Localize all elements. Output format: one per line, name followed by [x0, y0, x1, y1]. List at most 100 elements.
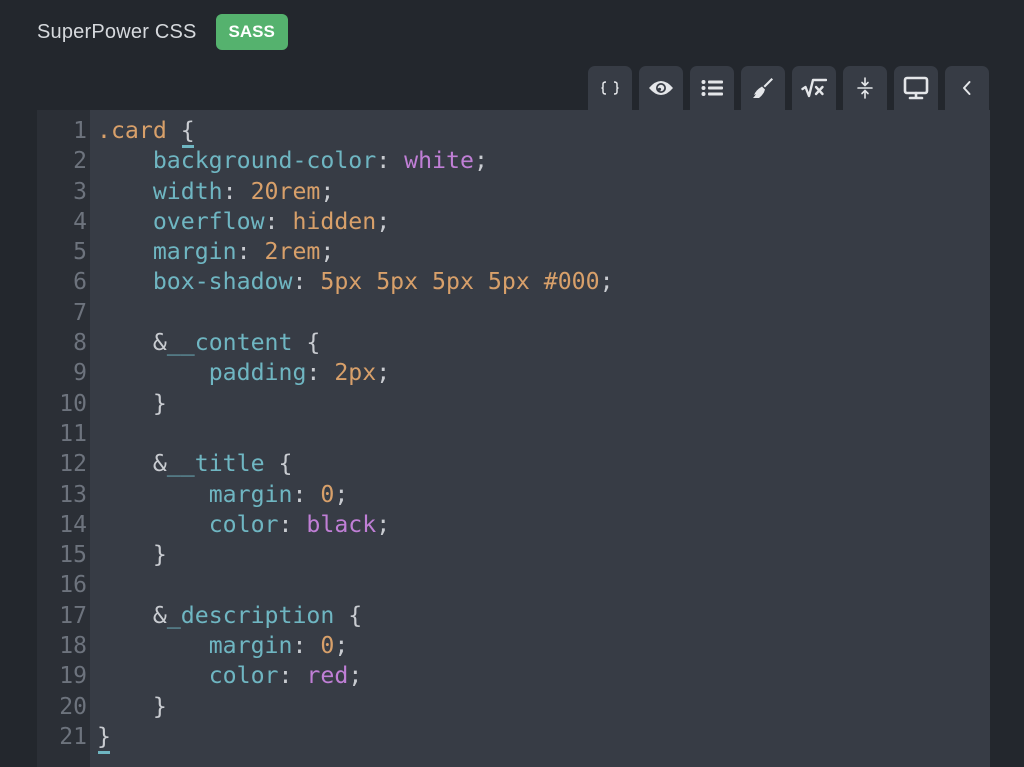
code-area[interactable]: .card { background-color: white; width: … [90, 110, 990, 767]
line-number: 16 [59, 572, 87, 599]
code-token: & [152, 601, 167, 629]
code-token: red [306, 662, 349, 690]
line-number: 8 [73, 330, 87, 357]
code-token: ; [334, 480, 349, 508]
code-token: white [404, 147, 474, 175]
code-token: margin [208, 480, 293, 508]
code-token: { [334, 601, 363, 629]
format-button[interactable] [588, 66, 632, 110]
code-token: : [236, 238, 265, 266]
line-number: 9 [73, 360, 87, 387]
line-number: 17 [59, 602, 87, 629]
list-icon [701, 79, 723, 97]
code-line: margin: 0; [97, 631, 990, 661]
code-token: { [292, 329, 321, 357]
braces-icon [600, 80, 620, 96]
preview-button[interactable] [639, 66, 683, 110]
code-token: } [97, 541, 167, 569]
code-line: margin: 0; [97, 480, 990, 510]
code-line: } [97, 389, 990, 419]
line-number: 11 [59, 420, 87, 447]
broom-icon [751, 76, 775, 100]
code-token: ; [320, 238, 335, 266]
line-number: 2 [73, 148, 87, 175]
line-number: 19 [59, 663, 87, 690]
collapse-button[interactable] [843, 66, 887, 110]
eye-icon [648, 79, 674, 97]
code-line: } [97, 722, 990, 752]
line-number: 1 [73, 118, 87, 144]
code-token: .card [97, 117, 181, 144]
code-token: 2px [334, 359, 377, 387]
line-number: 4 [73, 208, 87, 235]
clean-button[interactable] [741, 66, 785, 110]
code-token: width [152, 177, 223, 205]
code-token: __title [166, 450, 265, 478]
code-token: & [152, 329, 167, 357]
collapse-panel-button[interactable] [945, 66, 989, 110]
line-number: 20 [59, 693, 87, 720]
monitor-icon [903, 76, 929, 100]
code-line: } [97, 540, 990, 570]
code-token: : [278, 662, 307, 690]
line-number: 21 [59, 723, 87, 750]
code-token: : [222, 177, 251, 205]
code-token: 2rem [264, 238, 321, 266]
code-token: 20rem [250, 177, 321, 205]
code-token: _description [166, 601, 335, 629]
line-number: 5 [73, 239, 87, 266]
code-editor[interactable]: 1 2 3 4 5 6 7 8 9 10 11 12 13 14 15 16 17 18 19 20 21 .card … [37, 110, 990, 767]
code-line: padding: 2px; [97, 358, 990, 388]
code-line: &__title { [97, 449, 990, 479]
code-token: : [292, 268, 321, 296]
code-token: : [292, 632, 321, 660]
chevron-left-icon [961, 80, 973, 96]
code-token: ; [376, 359, 391, 387]
code-token: : [264, 207, 293, 235]
code-line: margin: 2rem; [97, 237, 990, 267]
code-token: background-color [152, 147, 377, 175]
app-title: SuperPower CSS [37, 20, 197, 43]
code-token: hidden [292, 207, 377, 235]
code-token: box-shadow [152, 268, 293, 296]
code-line: background-color: white; [97, 146, 990, 176]
square-root-icon [801, 78, 827, 98]
code-line: &__content { [97, 328, 990, 358]
code-token: overflow [152, 207, 265, 235]
code-token: __content [166, 329, 293, 357]
code-line: color: red; [97, 661, 990, 691]
line-number: 18 [59, 633, 87, 660]
code-line: &_description { [97, 601, 990, 631]
code-token: : [306, 359, 335, 387]
code-token: { [180, 117, 195, 144]
code-token: } [97, 692, 167, 720]
code-token: padding [208, 359, 307, 387]
code-token: 5px 5px 5px 5px #000 [320, 268, 600, 296]
code-token: 0 [320, 480, 335, 508]
line-number: 7 [73, 299, 87, 326]
line-number: 3 [73, 178, 87, 205]
code-line: box-shadow: 5px 5px 5px 5px #000; [97, 267, 990, 297]
compress-icon [856, 77, 874, 99]
list-button[interactable] [690, 66, 734, 110]
code-token: margin [208, 632, 293, 660]
code-token: 0 [320, 632, 335, 660]
display-button[interactable] [894, 66, 938, 110]
code-line: width: 20rem; [97, 177, 990, 207]
math-button[interactable] [792, 66, 836, 110]
code-token: margin [152, 238, 237, 266]
line-number: 14 [59, 511, 87, 538]
line-number: 15 [59, 542, 87, 569]
code-token: color [208, 510, 279, 538]
code-token: color [208, 662, 279, 690]
code-token: ; [334, 632, 349, 660]
